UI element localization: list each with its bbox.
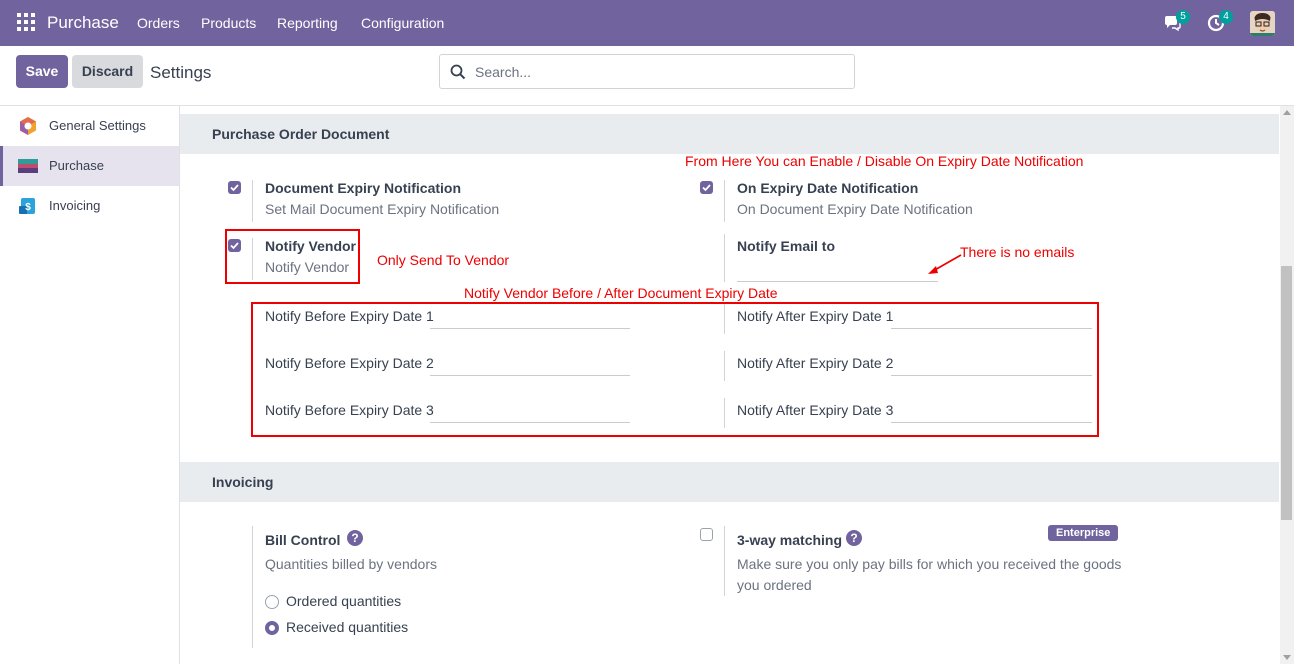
bill-control-desc: Quantities billed by vendors [265,556,437,572]
annotation-box-before-after [251,302,1099,437]
settings-sidebar: General Settings Purchase $ Invoicing [0,106,180,664]
scroll-down-icon[interactable] [1283,655,1291,660]
discard-button[interactable]: Discard [72,55,143,88]
three-way-matching-checkbox[interactable] [700,528,713,541]
sidebar-item-general-settings[interactable]: General Settings [0,106,179,146]
annotation-before-after: Notify Vendor Before / After Document Ex… [464,285,778,301]
annotation-emails: There is no emails [960,244,1075,260]
invoicing-app-icon: $ [19,198,35,214]
search-box[interactable] [439,54,855,89]
radio-received-quantities[interactable] [265,621,279,635]
three-way-title: 3-way matching [737,532,843,548]
search-icon [450,64,466,80]
activities-count-badge: 4 [1219,10,1233,24]
purchase-app-icon [18,159,38,173]
three-way-desc-line2: you ordered [737,577,812,593]
sidebar-item-label: Purchase [49,158,104,173]
radio-ordered-quantities[interactable] [265,595,279,609]
search-input[interactable] [475,61,845,83]
divider [252,526,253,648]
control-panel: Save Discard Settings [0,46,1294,106]
divider [252,180,253,222]
doc-expiry-title: Document Expiry Notification [265,180,462,196]
section-header-purchase-order-document: Purchase Order Document [180,114,1279,154]
odoo-logo-icon [20,117,36,135]
sidebar-item-label: Invoicing [49,198,101,213]
notify-email-field[interactable] [737,281,938,282]
bill-control-title: Bill Control [265,532,341,548]
messages-count-badge: 5 [1176,10,1190,24]
received-quantities-label: Received quantities [286,619,409,635]
annotation-box-notify-vendor [225,229,360,284]
menu-reporting[interactable]: Reporting [277,15,338,31]
three-way-desc-line1: Make sure you only pay bills for which y… [737,556,1122,572]
on-expiry-title: On Expiry Date Notification [737,180,919,196]
section-header-invoicing: Invoicing [180,462,1279,502]
annotation-arrow-icon [928,254,962,274]
sidebar-item-invoicing[interactable]: $ Invoicing [0,186,179,226]
sidebar-item-label: General Settings [49,118,146,133]
annotation-vendor: Only Send To Vendor [377,252,510,268]
help-icon[interactable]: ? [846,530,862,546]
section-title: Invoicing [212,474,274,490]
doc-expiry-desc: Set Mail Document Expiry Notification [265,201,500,217]
scrollbar[interactable] [1280,106,1294,664]
app-brand[interactable]: Purchase [47,13,119,33]
scrollbar-thumb[interactable] [1281,266,1292,520]
svg-text:$: $ [25,202,31,213]
help-icon[interactable]: ? [347,530,363,546]
ordered-quantities-label: Ordered quantities [286,593,402,609]
divider [724,180,725,222]
menu-orders[interactable]: Orders [137,15,180,31]
sidebar-item-purchase[interactable]: Purchase [0,146,179,186]
page-title: Settings [150,63,212,82]
divider [724,526,725,596]
on-expiry-checkbox[interactable] [700,181,713,194]
annotation-on-expiry: From Here You can Enable / Disable On Ex… [685,153,1084,169]
menu-products[interactable]: Products [201,15,256,31]
settings-content: Purchase Order Document Document Expiry … [180,106,1280,664]
scroll-up-icon[interactable] [1283,110,1291,115]
on-expiry-desc: On Document Expiry Date Notification [737,201,973,217]
enterprise-badge: Enterprise [1048,525,1119,541]
save-button[interactable]: Save [16,55,68,88]
divider [724,234,725,282]
user-avatar[interactable] [1250,11,1275,36]
menu-configuration[interactable]: Configuration [361,15,444,31]
notify-email-title: Notify Email to [737,238,836,254]
doc-expiry-checkbox[interactable] [228,181,241,194]
section-title: Purchase Order Document [212,126,390,142]
apps-grid-icon[interactable] [17,13,35,31]
top-navbar: Purchase Orders Products Reporting Confi… [0,0,1294,46]
